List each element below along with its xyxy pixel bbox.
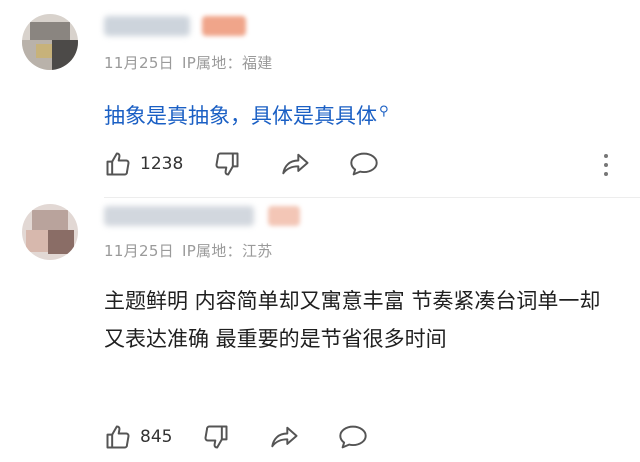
avatar-blur-tile <box>32 210 68 230</box>
thumbs-up-icon <box>106 152 130 176</box>
dislike-button[interactable] <box>202 423 230 451</box>
share-icon <box>271 426 298 448</box>
reply-icon <box>350 152 378 176</box>
comment-item: 11月25日 IP属地：江苏 主题鲜明 内容简单却又寓意丰富 节奏紧凑台词单一却又… <box>0 198 640 462</box>
share-button[interactable] <box>281 150 311 178</box>
comment-ip-location: IP属地：江苏 <box>181 242 273 260</box>
avatar-blur-tile <box>48 230 74 254</box>
comment-item: 11月25日 IP属地：福建 抽象是真抽象，具体是真具体 ⚲ 1238 <box>0 0 640 198</box>
avatar-blur-tile <box>52 40 78 70</box>
reply-button[interactable] <box>338 423 368 451</box>
more-icon[interactable] <box>604 154 610 176</box>
comment-meta: 11月25日 IP属地：江苏 <box>104 240 273 261</box>
thumbs-down-icon <box>204 425 228 449</box>
share-button[interactable] <box>270 423 300 451</box>
comment-actions: 1238 <box>104 149 379 179</box>
comment-actions: 845 <box>104 422 368 452</box>
user-badge-blurred <box>268 206 300 226</box>
like-button[interactable]: 845 <box>104 423 172 451</box>
search-icon: ⚲ <box>379 104 389 119</box>
like-count: 1238 <box>140 154 184 174</box>
comment-text: 抽象是真抽象，具体是真具体 <box>104 104 377 128</box>
thumbs-down-icon <box>215 152 239 176</box>
username-blurred[interactable] <box>104 206 254 226</box>
comment-date: 11月25日 <box>104 54 174 72</box>
comment-meta: 11月25日 IP属地：福建 <box>104 52 273 73</box>
comment-date: 11月25日 <box>104 242 174 260</box>
like-count: 845 <box>140 427 173 447</box>
avatar[interactable] <box>22 204 78 260</box>
reply-button[interactable] <box>349 150 379 178</box>
avatar-blur-tile <box>30 22 70 40</box>
comment-search-link[interactable]: 抽象是真抽象，具体是真具体 ⚲ <box>104 104 389 128</box>
username-blurred[interactable] <box>104 16 190 36</box>
thumbs-up-icon <box>106 425 130 449</box>
comment-ip-location: IP属地：福建 <box>181 54 273 72</box>
like-button[interactable]: 1238 <box>104 150 183 178</box>
dislike-button[interactable] <box>213 150 241 178</box>
reply-icon <box>339 425 368 449</box>
comment-text: 主题鲜明 内容简单却又寓意丰富 节奏紧凑台词单一却又表达准确 最重要的是节省很多… <box>104 289 601 351</box>
avatar[interactable] <box>22 14 78 70</box>
comment-body: 抽象是真抽象，具体是真具体 ⚲ <box>104 93 616 137</box>
user-badge-blurred <box>202 16 246 36</box>
avatar-blur-tile <box>36 44 52 58</box>
comment-body: 主题鲜明 内容简单却又寓意丰富 节奏紧凑台词单一却又表达准确 最重要的是节省很多… <box>104 282 616 358</box>
share-icon <box>282 153 309 175</box>
avatar-blur-tile <box>26 230 48 252</box>
